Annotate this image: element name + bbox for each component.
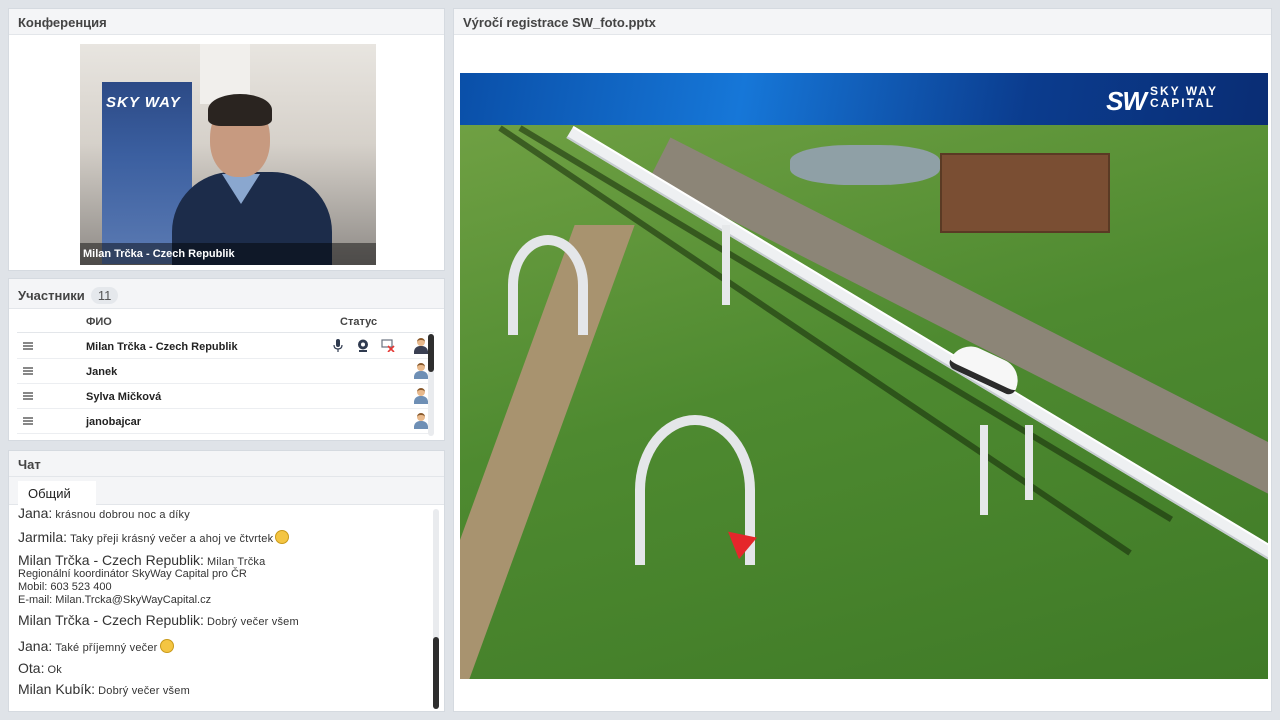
presentation-panel: Výročí registrace SW_foto.pptx SW SKY WAY… (453, 8, 1272, 712)
participant-name: Sylva Mičková (86, 391, 162, 403)
video-feed[interactable]: SKY WAY Milan Trčka - Czech Republik (80, 44, 376, 265)
smiley-emoji-icon (159, 639, 174, 653)
presentation-title: Výročí registrace SW_foto.pptx (454, 9, 1271, 35)
chat-message-list: Jana: krásnou dobrou noc a díky Jarmila:… (18, 505, 428, 707)
conference-title: Конференция (9, 9, 444, 35)
participants-header: Участники 11 (9, 279, 444, 309)
chat-message: Jana: Také příjemný večer (18, 638, 174, 654)
message-line: Mobil: 603 523 400 (18, 581, 112, 593)
message-author: Ota: (18, 660, 45, 676)
participant-name: Milan Trčka - Czech Republik (86, 341, 238, 353)
participant-row[interactable]: Milan Trčka - Czech Republik (17, 334, 432, 359)
message-line: E-mail: Milan.Trcka@SkyWayCapital.cz (18, 594, 212, 606)
column-name: ФИО (86, 316, 112, 328)
chat-message: Ota: Ok (18, 660, 62, 676)
chat-scrollbar[interactable] (433, 509, 439, 709)
slide-image[interactable]: SW SKY WAY CAPITAL (460, 73, 1268, 679)
chat-panel: Чат Общий Jana: krásnou dobrou noc a dík… (8, 450, 445, 712)
message-line: Regionální koordinátor SkyWay Capital pr… (18, 568, 247, 580)
participant-avatar-icon (414, 363, 428, 379)
slide-banner: SW SKY WAY CAPITAL (460, 73, 1268, 125)
webcam-icon[interactable] (356, 339, 370, 353)
column-status: Статус (340, 316, 378, 328)
drag-handle-icon[interactable] (23, 367, 33, 375)
participant-row[interactable]: Janek (17, 359, 432, 384)
participants-title: Участники (18, 288, 85, 303)
tab-general[interactable]: Общий (18, 481, 96, 505)
message-author: Jana: (18, 505, 53, 521)
participants-scrollbar[interactable] (428, 334, 434, 436)
drag-handle-icon[interactable] (23, 417, 33, 425)
message-author: Milan Kubík: (18, 681, 96, 697)
chat-scroll-thumb[interactable] (433, 637, 439, 709)
chat-message: Milan Trčka - Czech Republik: Dobrý veče… (18, 612, 299, 628)
skyway-capital-logo: SW SKY WAY CAPITAL (1106, 84, 1218, 116)
video-caption: Milan Trčka - Czech Republik (80, 243, 376, 265)
participant-name: Janek (86, 366, 118, 378)
microphone-icon[interactable] (331, 339, 345, 353)
participant-avatar-icon (414, 388, 428, 404)
participants-scroll-thumb[interactable] (428, 334, 434, 372)
leader-avatar-icon (414, 338, 428, 354)
chat-message: Milan Kubík: Dobrý večer všem (18, 681, 190, 697)
chat-title: Чат (9, 451, 444, 477)
message-author: Jarmila: (18, 529, 68, 545)
message-author: Milan Trčka - Czech Republik: (18, 612, 204, 628)
message-author: Jana: (18, 638, 53, 654)
message-text: Milan Trčka (207, 556, 266, 568)
participants-count-badge: 11 (90, 287, 119, 304)
chat-message: Jana: krásnou dobrou noc a díky (18, 505, 190, 521)
participant-avatar-icon (414, 413, 428, 429)
screen-share-off-icon[interactable] (381, 339, 395, 353)
message-text: Také příjemný večer (55, 642, 158, 654)
message-author: Milan Trčka - Czech Republik: (18, 552, 204, 568)
participants-table-header: ФИО Статус (17, 315, 434, 333)
message-text: Taky přeji krásný večer a ahoj ve čtvrte… (70, 533, 274, 545)
message-text: Dobrý večer všem (98, 685, 190, 697)
poster-text: SKY WAY (106, 94, 181, 111)
participant-row[interactable]: janobajcar (17, 409, 432, 434)
participants-panel: Участники 11 ФИО Статус Milan Trčka - Cze… (8, 278, 445, 441)
message-text: krásnou dobrou noc a díky (55, 509, 190, 521)
participant-row[interactable]: Sylva Mičková (17, 384, 432, 409)
message-text: Dobrý večer všem (207, 616, 299, 628)
message-text: Ok (47, 664, 62, 676)
chat-message: Milan Trčka - Czech Republik: Milan Trčk… (18, 552, 265, 607)
aerial-photo (460, 125, 1268, 679)
smiley-emoji-icon (275, 530, 290, 544)
drag-handle-icon[interactable] (23, 392, 33, 400)
participant-name: janobajcar (86, 416, 142, 428)
conference-panel: Конференция SKY WAY Milan Trčka - Czech … (8, 8, 445, 271)
chat-message: Jarmila: Taky přeji krásný večer a ahoj … (18, 529, 290, 545)
drag-handle-icon[interactable] (23, 342, 33, 350)
